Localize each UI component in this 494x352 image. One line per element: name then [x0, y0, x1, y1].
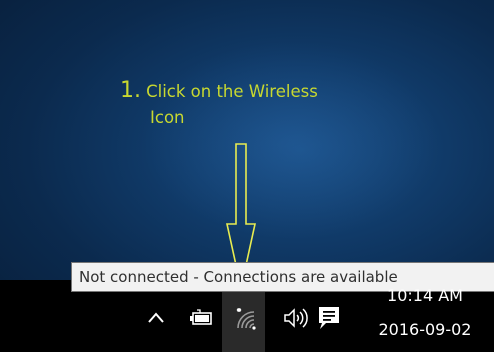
- step-number: 1.: [120, 78, 141, 103]
- volume-icon[interactable]: [282, 305, 308, 331]
- clock-time: 10:14 AM: [387, 286, 463, 302]
- taskbar-clock[interactable]: 10:14 AM 2016-09-02: [356, 286, 494, 340]
- instruction-annotation: 1. Click on the Wireless Icon: [120, 78, 420, 131]
- wireless-network-icon[interactable]: [229, 303, 259, 333]
- tooltip-text: Not connected - Connections are availabl…: [79, 268, 398, 286]
- instruction-line-1: 1. Click on the Wireless: [120, 78, 420, 105]
- battery-icon[interactable]: [188, 305, 214, 331]
- instruction-text-1: Click on the Wireless: [146, 82, 318, 101]
- chevron-up-icon[interactable]: [145, 307, 167, 329]
- instruction-text-2: Icon: [150, 108, 185, 127]
- clock-date: 2016-09-02: [378, 320, 472, 339]
- action-center-icon[interactable]: [316, 304, 342, 332]
- desktop-light-streak: [140, 40, 440, 240]
